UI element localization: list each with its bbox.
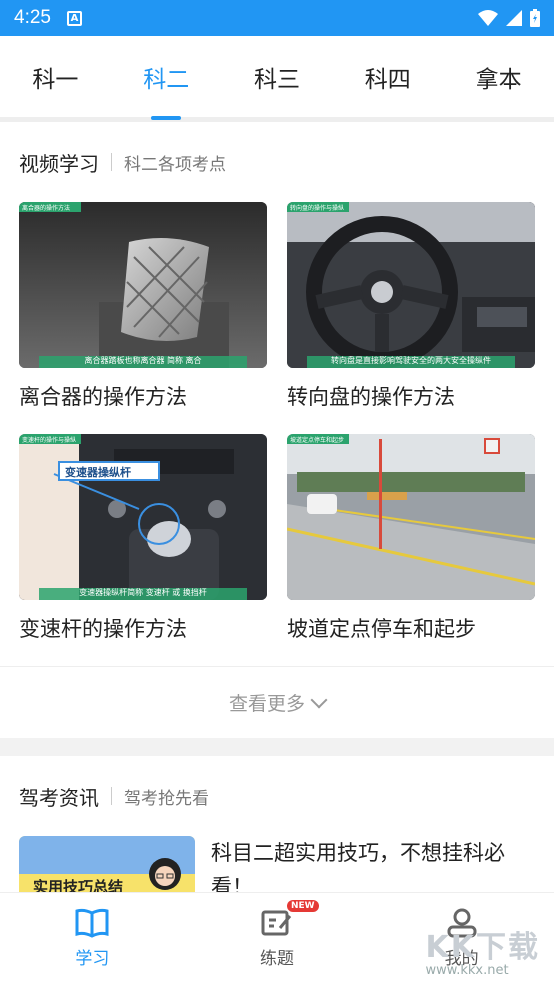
tab-label: 科三 [253,66,300,93]
video-tag: 变速杆的操作与操纵 [22,437,77,444]
watermark-logo: KK下载 [425,930,540,965]
notification-a-icon: A [66,10,82,26]
wifi-icon [478,10,498,26]
video-thumbnail: 变速杆的操作与操纵 变速器操纵杆 变速器操纵杆简称 变速杆 或 换挡杆 [19,434,267,600]
watermark-url: www.kkx.net [425,963,509,978]
tab-label: 拿本 [475,66,522,93]
news-thumbnail: 实用技巧总结 [19,836,195,896]
video-title: 坡道定点停车和起步 [287,617,476,641]
video-thumbnail: 坡道定点停车和起步 [287,434,535,600]
video-caption: 离合器踏板也称离合器 简称 离合 [84,356,202,365]
video-caption: 变速器操纵杆简称 变速杆 或 换挡杆 [79,588,207,597]
video-tag: 坡道定点停车和起步 [290,437,345,444]
status-icons [478,9,540,27]
video-title: 变速杆的操作方法 [19,617,187,641]
tab-label: 科四 [364,66,411,93]
video-title: 转向盘的操作方法 [287,385,455,409]
active-tab-indicator [151,115,182,120]
section-subtitle: 驾考抢先看 [124,788,209,809]
video-caption: 转向盘是直接影响驾驶安全的两大安全操纵件 [331,356,491,365]
video-card-gear-lever[interactable]: 变速杆的操作与操纵 变速器操纵杆 变速器操纵杆简称 变速杆 或 换挡杆 变速杆的… [19,434,267,666]
battery-icon [530,9,540,27]
tab-subject-3[interactable]: 科三 [246,34,308,120]
video-card-slope-start[interactable]: 坡道定点停车和起步 坡道定点停车和起步 [287,434,535,666]
video-card-steering[interactable]: 转向盘的操作与操纵 转向盘是直接影响驾驶安全的两大安全操纵件 转向盘的操作方法 [287,202,535,434]
status-time: 4:25 [14,7,51,28]
video-thumbnail: 离合器的操作方法 离合器踏板也称离合器 简称 离合 [19,202,267,368]
nav-label: 练题 [259,949,294,969]
nav-practice[interactable]: NEW 练题 [217,900,337,969]
view-more-label: 查看更多 [228,693,305,715]
video-tag: 转向盘的操作与操纵 [290,205,345,212]
divider [111,787,112,805]
section-gap [0,738,554,756]
video-thumbnail: 转向盘的操作与操纵 转向盘是直接影响驾驶安全的两大安全操纵件 [287,202,535,368]
video-grid: 离合器的操作方法 离合器踏板也称离合器 简称 离合 离合器的操作方法 转向盘的操… [0,202,554,666]
section-title: 视频学习 [19,151,99,176]
video-tag: 离合器的操作方法 [22,205,71,212]
tab-label: 科一 [32,66,79,93]
tab-subject-2[interactable]: 科二 [135,34,197,120]
video-title: 离合器的操作方法 [19,385,187,409]
chevron-down-icon [310,691,328,708]
subject-tabs: 科一 科二 科三 科四 拿本 [0,36,554,122]
tab-subject-4[interactable]: 科四 [357,34,419,120]
nav-label: 学习 [75,949,110,969]
new-badge: NEW [286,900,319,912]
video-section-header: 视频学习 科二各项考点 [0,122,554,202]
nav-learn[interactable]: 学习 [32,908,152,969]
signal-icon [506,10,522,26]
watermark: KK下载 www.kkx.net [425,930,541,979]
tab-label: 科二 [143,66,190,93]
section-subtitle: 科二各项考点 [124,154,226,175]
tab-subject-1[interactable]: 科一 [24,34,86,120]
news-section-header: 驾考资讯 驾考抢先看 [0,756,554,836]
book-icon [75,908,109,938]
overlay-label: 变速器操纵杆 [65,466,131,479]
view-more-button[interactable]: 查看更多 [0,666,554,738]
section-title: 驾考资讯 [19,785,99,810]
tab-get-license[interactable]: 拿本 [468,34,530,120]
status-bar: 4:25 A [0,0,554,36]
edit-icon [261,910,292,936]
divider [111,153,112,171]
video-card-clutch[interactable]: 离合器的操作方法 离合器踏板也称离合器 简称 离合 离合器的操作方法 [19,202,267,434]
